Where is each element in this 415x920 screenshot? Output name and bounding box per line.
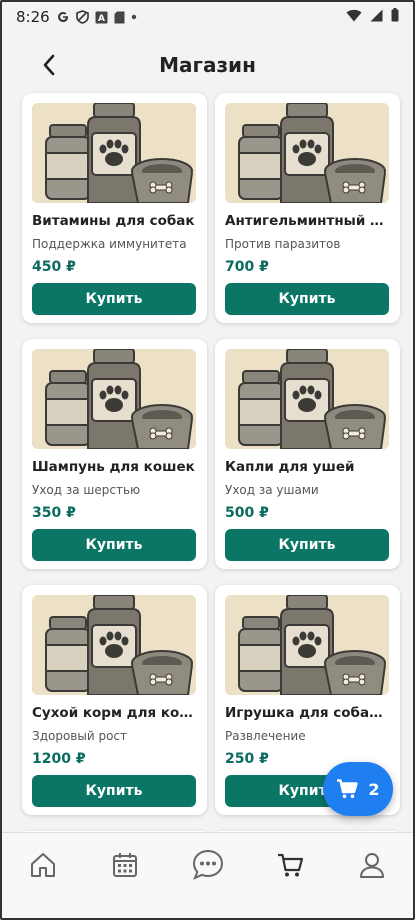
product-description: Уход за шерстью xyxy=(32,483,141,497)
top-app-bar: Магазин xyxy=(0,40,415,90)
product-description: Поддержка иммунитета xyxy=(32,237,187,251)
page-title: Магазин xyxy=(159,53,256,77)
google-icon xyxy=(56,10,70,24)
product-image xyxy=(225,595,389,695)
product-image-illustration xyxy=(32,349,196,449)
profile-icon xyxy=(360,853,384,878)
shield-icon xyxy=(75,10,89,24)
nav-item-cart[interactable] xyxy=(270,845,310,885)
product-image xyxy=(32,349,196,449)
product-card[interactable]: Антигельминтный пре... Против паразитов … xyxy=(215,93,400,323)
battery-icon xyxy=(391,8,399,26)
product-image-illustration xyxy=(32,103,196,203)
product-image xyxy=(32,103,196,203)
product-card[interactable]: Сухой корм для котят Здоровый рост 1200 … xyxy=(22,585,207,815)
arrow-left-icon xyxy=(43,54,55,76)
a-icon: A xyxy=(95,11,108,24)
product-name: Игрушка для собак 'Ко... xyxy=(225,705,389,721)
product-name: Сухой корм для котят xyxy=(32,705,196,721)
buy-button[interactable]: Купить xyxy=(32,775,196,807)
product-name: Шампунь для кошек xyxy=(32,459,195,475)
cart-fab-button[interactable]: 2 xyxy=(323,762,393,816)
signal-icon xyxy=(370,8,383,26)
product-image xyxy=(32,595,196,695)
product-description: Здоровый рост xyxy=(32,729,127,743)
cart-icon xyxy=(278,853,304,877)
dot-icon xyxy=(131,14,137,20)
cart-icon xyxy=(337,779,359,799)
product-image-illustration xyxy=(225,349,389,449)
nav-item-home[interactable] xyxy=(23,845,63,885)
product-image-illustration xyxy=(225,595,389,695)
product-description: Против паразитов xyxy=(225,237,341,251)
product-name: Витамины для собак xyxy=(32,213,195,229)
sd-card-icon xyxy=(114,11,125,24)
product-card[interactable]: Шампунь для кошек Уход за шерстью 350 ₽ … xyxy=(22,339,207,569)
home-icon xyxy=(31,853,55,877)
product-image-illustration xyxy=(32,595,196,695)
calendar-icon xyxy=(113,853,137,877)
product-image xyxy=(225,349,389,449)
back-button[interactable] xyxy=(34,50,64,80)
svg-text:A: A xyxy=(98,14,105,24)
product-image-illustration xyxy=(225,103,389,203)
product-price: 700 ₽ xyxy=(225,259,269,275)
cart-count: 2 xyxy=(368,779,380,799)
product-name: Капли для ушей xyxy=(225,459,355,475)
status-bar: 8:26 A xyxy=(0,0,415,34)
chat-icon xyxy=(192,849,224,880)
status-time: 8:26 xyxy=(16,8,50,26)
product-price: 500 ₽ xyxy=(225,505,269,521)
buy-button[interactable]: Купить xyxy=(32,283,196,315)
product-card[interactable]: Капли для ушей Уход за ушами 500 ₽ Купит… xyxy=(215,339,400,569)
product-price: 1200 ₽ xyxy=(32,751,86,767)
buy-button[interactable]: Купить xyxy=(225,283,389,315)
product-grid: Витамины для собак Поддержка иммунитета … xyxy=(22,93,400,841)
buy-button[interactable]: Купить xyxy=(225,529,389,561)
nav-item-calendar[interactable] xyxy=(105,845,145,885)
product-card[interactable]: Витамины для собак Поддержка иммунитета … xyxy=(22,93,207,323)
nav-item-profile[interactable] xyxy=(352,845,392,885)
nav-item-chat[interactable] xyxy=(188,845,228,885)
product-name: Антигельминтный пре... xyxy=(225,213,389,229)
product-description: Уход за ушами xyxy=(225,483,319,497)
product-price: 450 ₽ xyxy=(32,259,76,275)
product-description: Развлечение xyxy=(225,729,306,743)
product-price: 350 ₽ xyxy=(32,505,76,521)
bottom-navigation xyxy=(0,832,415,920)
product-image xyxy=(225,103,389,203)
buy-button[interactable]: Купить xyxy=(32,529,196,561)
wifi-icon xyxy=(346,8,362,26)
